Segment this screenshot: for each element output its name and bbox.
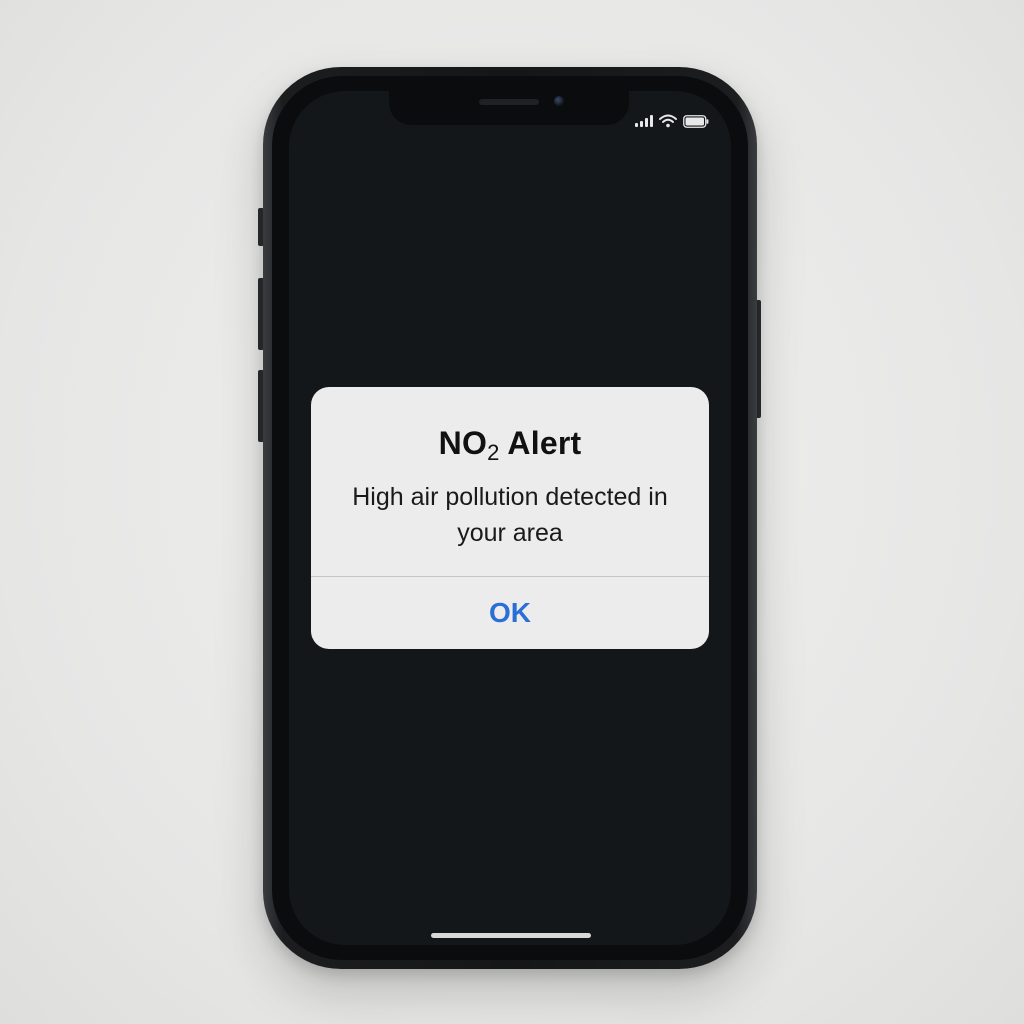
status-bar (635, 113, 709, 129)
cellular-signal-icon (635, 115, 653, 127)
alert-title: NO2 Alert (311, 425, 709, 465)
battery-icon (683, 114, 709, 128)
alert-title-subscript: 2 (487, 440, 500, 465)
alert-title-suffix: Alert (499, 425, 582, 461)
ok-button[interactable]: OK (311, 577, 709, 649)
phone-device: NO2 Alert High air pollution detected in… (263, 67, 757, 969)
notch (389, 91, 629, 125)
alert-message: High air pollution detected in your area (352, 483, 668, 547)
phone-screen: NO2 Alert High air pollution detected in… (289, 91, 731, 945)
alert-title-main: NO (438, 425, 488, 461)
home-indicator[interactable] (431, 933, 591, 938)
wifi-icon (659, 114, 677, 128)
front-camera (554, 96, 564, 106)
alert-dialog: NO2 Alert High air pollution detected in… (311, 387, 709, 649)
earpiece-speaker (479, 99, 539, 105)
